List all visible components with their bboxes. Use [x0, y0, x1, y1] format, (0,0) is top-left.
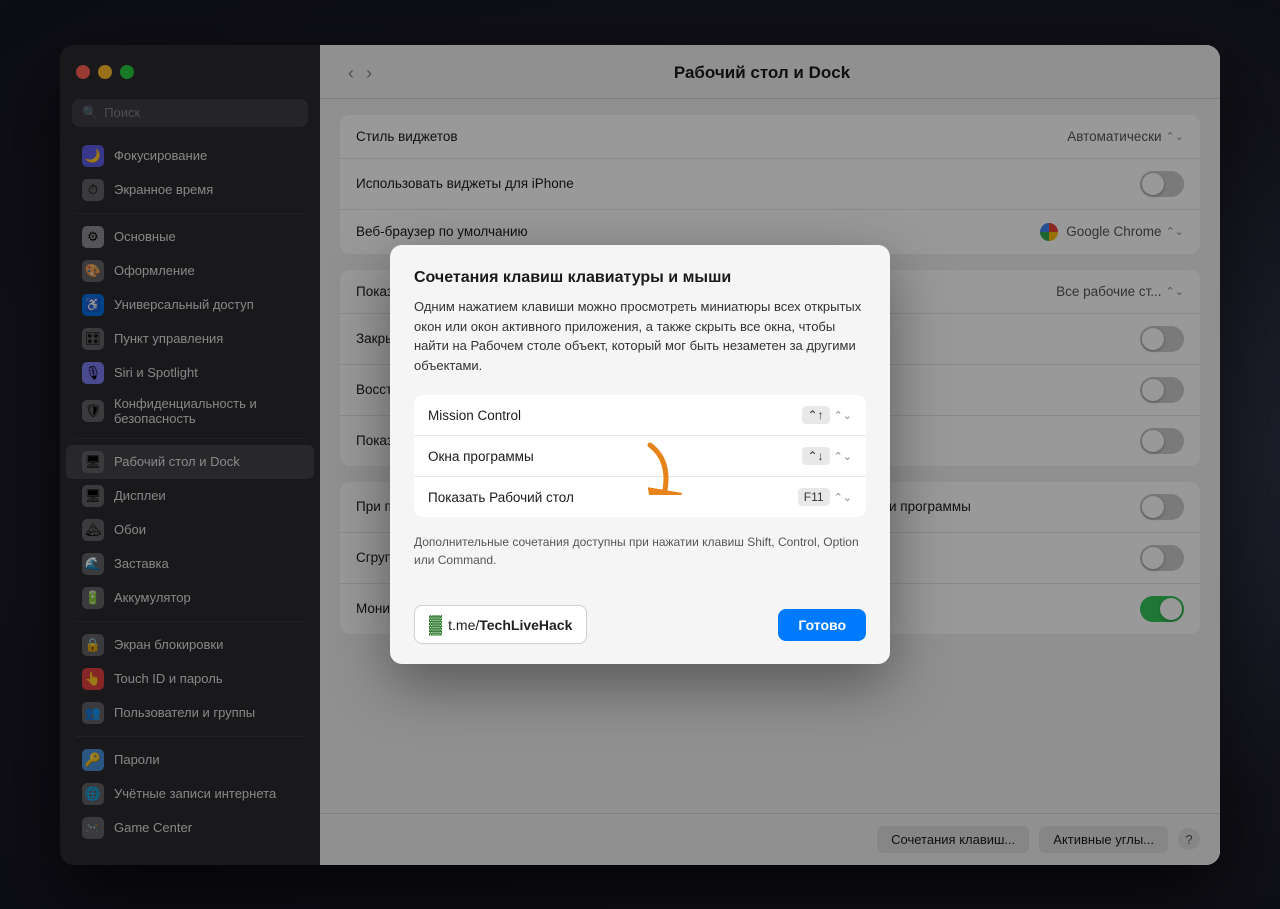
app-windows-value: ⌃↓ ⌃⌄ — [802, 447, 853, 465]
modal-row-app-windows: Окна программы ⌃↓ ⌃⌄ — [414, 436, 866, 477]
modal-title: Сочетания клавиш клавиатуры и мыши — [414, 269, 866, 287]
show-desktop-label: Показать Рабочий стол — [428, 490, 798, 505]
app-windows-label: Окна программы — [428, 449, 802, 464]
watermark-text: t.me/TechLiveHack — [448, 617, 572, 633]
mac-window: 🔍 Поиск 🌙 Фокусирование ⏱ Экранное время… — [60, 45, 1220, 865]
mission-control-stepper[interactable]: ⌃⌄ — [834, 409, 852, 422]
app-windows-stepper[interactable]: ⌃⌄ — [834, 450, 852, 463]
app-windows-key: ⌃↓ — [802, 447, 830, 465]
watermark-logo-icon: ▓ — [429, 614, 442, 635]
modal-note: Дополнительные сочетания доступны при на… — [414, 521, 866, 577]
watermark: ▓ t.me/TechLiveHack — [414, 605, 587, 644]
mission-control-key: ⌃↑ — [802, 406, 830, 424]
mission-control-label: Mission Control — [428, 408, 802, 423]
show-desktop-stepper[interactable]: ⌃⌄ — [834, 491, 852, 504]
modal-description: Одним нажатием клавиши можно просмотреть… — [414, 297, 866, 375]
modal-row-mission-control: Mission Control ⌃↑ ⌃⌄ — [414, 395, 866, 436]
show-desktop-value: F11 ⌃⌄ — [798, 488, 852, 506]
done-button[interactable]: Готово — [778, 609, 866, 641]
modal-body: Сочетания клавиш клавиатуры и мыши Одним… — [390, 245, 890, 593]
modal: Сочетания клавиш клавиатуры и мыши Одним… — [390, 245, 890, 664]
modal-shortcuts-section: Mission Control ⌃↑ ⌃⌄ Окна программы ⌃↓ … — [414, 395, 866, 517]
modal-overlay: Сочетания клавиш клавиатуры и мыши Одним… — [60, 45, 1220, 865]
modal-footer: ▓ t.me/TechLiveHack Готово — [390, 593, 890, 664]
show-desktop-key: F11 — [798, 488, 830, 506]
modal-row-show-desktop: Показать Рабочий стол F11 ⌃⌄ — [414, 477, 866, 517]
mission-control-value: ⌃↑ ⌃⌄ — [802, 406, 853, 424]
